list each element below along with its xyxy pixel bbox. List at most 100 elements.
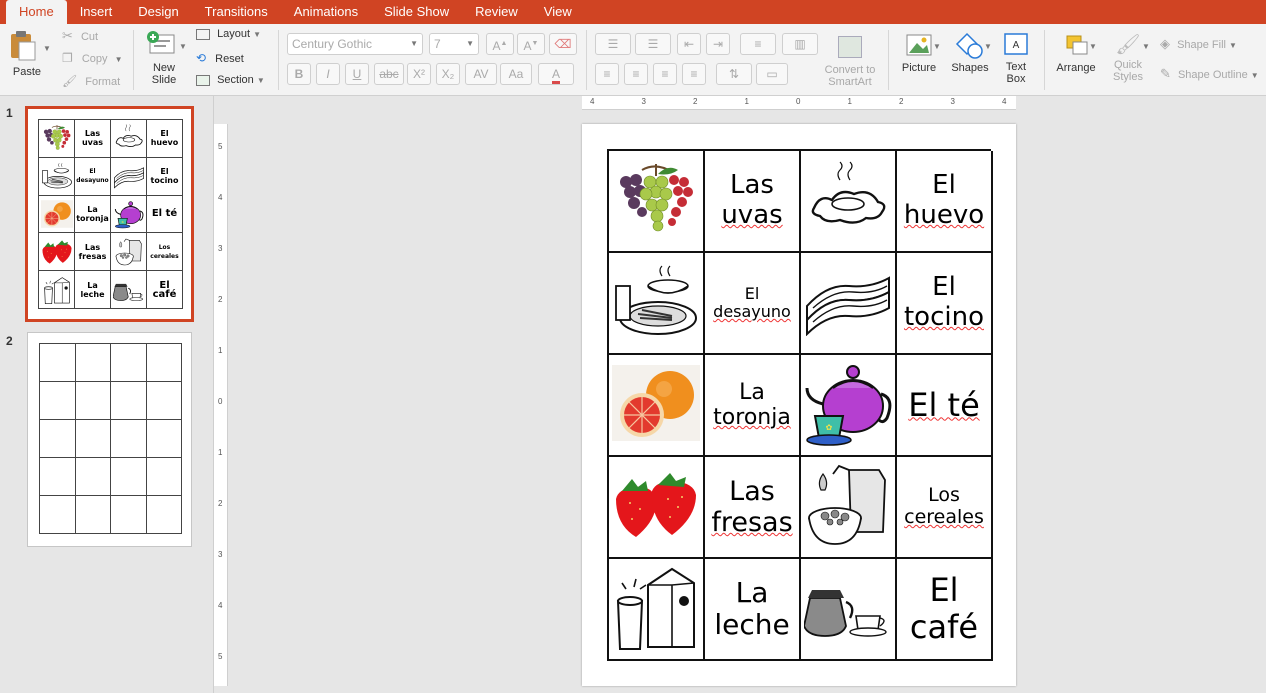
word-card[interactable]: Las fresas — [705, 457, 801, 559]
shape-fill-button[interactable]: ◈ Shape Fill ▼ — [1160, 36, 1237, 52]
word-card[interactable]: Las uvas — [705, 151, 801, 253]
thumb-empty-cell — [75, 382, 111, 420]
slide-thumbnail-2[interactable] — [27, 332, 192, 547]
align-center-icon: ≡ — [632, 67, 640, 81]
layout-button[interactable]: Layout ▼ — [196, 28, 261, 40]
picture-card-bacon[interactable] — [801, 253, 897, 355]
word-card[interactable]: El café — [897, 559, 993, 661]
ribbon-divider — [586, 30, 587, 90]
text-direction-button[interactable]: ⇅ — [716, 63, 752, 85]
align-right-button[interactable]: ≡ — [653, 63, 677, 85]
shapes-button[interactable]: ▼ Shapes — [948, 32, 992, 74]
bullets-button[interactable]: ☰ — [595, 33, 631, 55]
section-button[interactable]: Section ▼ — [196, 74, 265, 86]
word-card[interactable]: El tocino — [897, 253, 993, 355]
tab-slide-show[interactable]: Slide Show — [371, 0, 462, 24]
quick-styles-label: Quick Styles — [1113, 59, 1143, 83]
ruler-tick: 3 — [218, 550, 223, 559]
slide-canvas[interactable]: Las uvas El huevo El desayuno El tocino La to… — [582, 124, 1016, 686]
picture-card-egg[interactable] — [801, 151, 897, 253]
clear-formatting-button[interactable]: ⌫ — [549, 33, 577, 55]
character-spacing-button[interactable]: AV — [465, 63, 497, 85]
picture-card-teapot[interactable]: ✿ — [801, 355, 897, 457]
thumbnail-grid: Las uvas El huevo El desayuno El tocino La to… — [38, 119, 183, 309]
word-card[interactable]: Los cereales — [897, 457, 993, 559]
numbering-button[interactable]: ☰ — [635, 33, 671, 55]
flashcard-table[interactable]: Las uvas El huevo El desayuno El tocino La to… — [607, 149, 993, 661]
underline-button[interactable]: U — [345, 63, 369, 85]
arrange-button[interactable]: ▼ Arrange — [1052, 32, 1100, 74]
superscript-button[interactable]: X² — [407, 63, 431, 85]
quick-styles-button[interactable]: 🖌 ▼ Quick Styles — [1106, 32, 1150, 83]
font-size-select[interactable]: 7 ▼ — [429, 33, 479, 55]
shrink-font-button[interactable]: A▼ — [517, 33, 545, 55]
align-center-button[interactable]: ≡ — [624, 63, 648, 85]
columns-button[interactable]: ▥ — [782, 33, 818, 55]
align-left-button[interactable]: ≡ — [595, 63, 619, 85]
picture-card-grapefruit[interactable] — [609, 355, 705, 457]
thumb-bacon-icon — [111, 157, 147, 196]
convert-smartart-label: Convert to SmartArt — [824, 64, 876, 88]
reset-button[interactable]: ⟲ Reset — [196, 51, 244, 65]
tab-view[interactable]: View — [531, 0, 585, 24]
card-word: El — [932, 272, 956, 303]
increase-indent-button[interactable]: ⇥ — [706, 33, 730, 55]
word-card-text: El tocino — [904, 272, 984, 333]
paste-button[interactable]: ▼ Paste — [8, 30, 51, 78]
thumb-empty-cell — [111, 344, 147, 382]
change-case-button[interactable]: Aa — [500, 63, 532, 85]
picture-card-cereal[interactable] — [801, 457, 897, 559]
copy-button[interactable]: ❐ Copy ▼ — [62, 51, 123, 65]
cut-button[interactable]: ✂ Cut — [62, 28, 98, 44]
align-text-button[interactable]: ▭ — [756, 63, 788, 85]
tab-review[interactable]: Review — [462, 0, 531, 24]
picture-card-strawberries[interactable] — [609, 457, 705, 559]
justify-button[interactable]: ≡ — [682, 63, 706, 85]
subscript-button[interactable]: X₂ — [436, 63, 460, 85]
tab-design[interactable]: Design — [125, 0, 191, 24]
picture-button[interactable]: ▼ Picture — [897, 32, 941, 74]
ruler-tick: 2 — [899, 97, 904, 106]
vertical-ruler[interactable]: 5 4 3 2 1 0 1 2 3 4 5 — [214, 124, 228, 686]
columns-icon: ▥ — [794, 37, 806, 51]
ruler-tick: 4 — [218, 601, 223, 610]
thumb-teapot-icon: ✿ — [111, 195, 147, 234]
convert-to-smartart-button[interactable]: Convert to SmartArt — [820, 36, 880, 88]
thumb-word: El tocino — [147, 157, 183, 196]
tab-insert[interactable]: Insert — [67, 0, 126, 24]
new-slide-button[interactable]: ▼ New Slide — [142, 30, 187, 86]
font-name-select[interactable]: Century Gothic ▼ — [287, 33, 423, 55]
font-color-button[interactable]: A — [538, 63, 574, 85]
line-spacing-button[interactable]: ≡ — [740, 33, 776, 55]
word-card[interactable]: El desayuno — [705, 253, 801, 355]
thumb-empty-cell — [75, 420, 111, 458]
word-card[interactable]: El té — [897, 355, 993, 457]
thumb-word-text: Las fresas — [78, 242, 107, 261]
decrease-indent-button[interactable]: ⇤ — [677, 33, 701, 55]
teapot-icon: ✿ — [803, 358, 893, 452]
shape-outline-button[interactable]: ✎ Shape Outline ▼ — [1160, 66, 1259, 82]
thumb-word: El té — [147, 195, 183, 234]
tab-transitions[interactable]: Transitions — [192, 0, 281, 24]
text-box-button[interactable]: A Text Box — [998, 32, 1034, 85]
picture-card-milk[interactable] — [609, 559, 705, 661]
picture-card-coffee[interactable] — [801, 559, 897, 661]
word-card[interactable]: La leche — [705, 559, 801, 661]
format-painter-button[interactable]: 🖌 Format — [62, 74, 120, 88]
picture-card-breakfast[interactable] — [609, 253, 705, 355]
grow-font-button[interactable]: A▲ — [486, 33, 514, 55]
tab-home[interactable]: Home — [6, 0, 67, 24]
word-card[interactable]: La toronja — [705, 355, 801, 457]
slide-thumbnail-1[interactable]: Las uvas El huevo El desayuno El tocino La to… — [25, 106, 194, 322]
shape-fill-label: Shape Fill — [1177, 39, 1226, 51]
tab-animations[interactable]: Animations — [281, 0, 371, 24]
strikethrough-button[interactable]: abc — [374, 63, 404, 85]
horizontal-ruler[interactable]: 4 3 2 1 0 1 2 3 4 — [582, 96, 1016, 110]
word-card[interactable]: El huevo — [897, 151, 993, 253]
numbering-icon: ☰ — [647, 37, 659, 51]
picture-card-grapes[interactable] — [609, 151, 705, 253]
bold-button[interactable]: B — [287, 63, 311, 85]
thumb-egg-icon — [111, 120, 147, 158]
thumb-empty-cell — [75, 458, 111, 496]
italic-button[interactable]: I — [316, 63, 340, 85]
